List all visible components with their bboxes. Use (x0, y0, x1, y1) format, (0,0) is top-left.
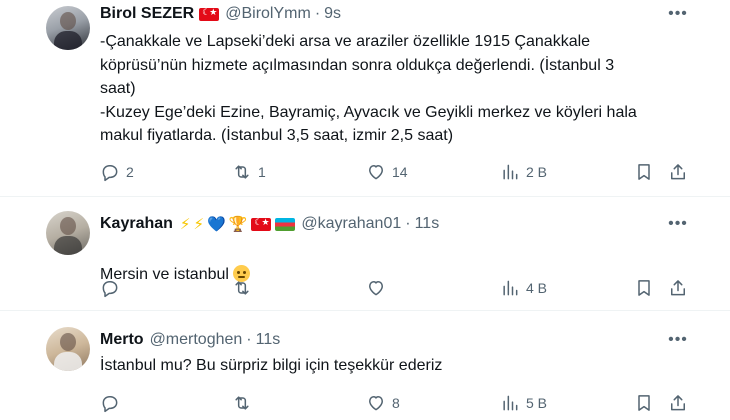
timestamp[interactable]: 11s (256, 331, 281, 349)
views-button[interactable]: 2 B (500, 160, 547, 184)
bookmark-icon (638, 164, 650, 180)
share-button[interactable] (668, 160, 688, 184)
reply-icon (102, 165, 118, 182)
bookmark-button[interactable] (634, 160, 654, 184)
reply-icon (102, 281, 118, 298)
repost-button[interactable] (232, 391, 252, 415)
timestamp[interactable]: 11s (415, 215, 440, 233)
like-count: 8 (392, 395, 400, 411)
heart-icon (369, 396, 383, 411)
share-button[interactable] (668, 276, 688, 300)
user-handle[interactable]: @BirolYmm (225, 5, 311, 23)
bookmark-icon (638, 395, 650, 411)
blue-heart-icon: 💙 (207, 215, 226, 233)
bookmark-button[interactable] (634, 276, 654, 300)
display-name[interactable]: Merto (100, 331, 144, 349)
tweet[interactable]: Merto @mertoghen · 11s ••• İstanbul mu? … (0, 311, 730, 420)
repost-button[interactable]: 1 (232, 160, 266, 184)
flag-turkey-icon (199, 7, 220, 21)
like-button[interactable]: 14 (366, 160, 408, 184)
tweet-header: Birol SEZER @BirolYmm · 9s (100, 3, 341, 25)
analytics-icon (503, 164, 518, 180)
reply-count: 2 (126, 164, 134, 180)
repost-count: 1 (258, 164, 266, 180)
tweet-actions: 8 5 B (100, 391, 700, 415)
analytics-icon (503, 280, 518, 296)
bookmark-icon (638, 280, 650, 296)
repost-button[interactable] (232, 276, 252, 300)
reply-button[interactable]: 2 (100, 160, 134, 184)
reply-button[interactable] (100, 391, 120, 415)
flag-azerbaijan-icon (275, 217, 296, 231)
tweet-text: İstanbul mu? Bu sürpriz bilgi için teşek… (100, 357, 443, 374)
user-handle[interactable]: @mertoghen (150, 331, 243, 349)
heart-icon (369, 281, 383, 296)
share-button[interactable] (668, 391, 688, 415)
tweet-header: Kayrahan ⚡ ⚡ 💙 🏆 @kayrahan01 · 11s (100, 213, 439, 235)
repost-icon (235, 165, 249, 179)
more-options-icon[interactable]: ••• (668, 4, 688, 24)
avatar[interactable] (46, 6, 90, 50)
more-options-icon[interactable]: ••• (668, 330, 688, 350)
tweet-text: -Çanakkale ve Lapseki’deki arsa ve arazi… (100, 33, 637, 144)
separator-dot: · (314, 5, 321, 22)
reply-icon (102, 396, 118, 413)
display-name[interactable]: Birol SEZER (100, 5, 194, 23)
share-icon (671, 164, 685, 180)
user-handle[interactable]: @kayrahan01 (301, 215, 401, 233)
bookmark-button[interactable] (634, 391, 654, 415)
avatar[interactable] (46, 211, 90, 255)
like-button[interactable]: 8 (366, 391, 400, 415)
flag-turkey-icon (251, 217, 272, 231)
views-button[interactable]: 5 B (500, 391, 547, 415)
view-count: 5 B (526, 395, 548, 411)
repost-icon (235, 281, 249, 295)
separator-dot: · (405, 215, 411, 232)
tweet-header: Merto @mertoghen · 11s (100, 329, 280, 351)
timestamp[interactable]: 9s (324, 5, 341, 23)
more-options-icon[interactable]: ••• (668, 214, 688, 234)
high-voltage-icon: ⚡ (193, 215, 205, 233)
repost-icon (235, 396, 249, 410)
avatar[interactable] (46, 327, 90, 371)
high-voltage-icon: ⚡ (179, 215, 191, 233)
heart-icon (369, 165, 383, 180)
trophy-icon: 🏆 (228, 215, 248, 233)
like-button[interactable] (366, 276, 386, 300)
tweet[interactable]: Birol SEZER @BirolYmm · 9s ••• -Çanakkal… (0, 0, 730, 193)
share-icon (671, 280, 685, 296)
view-count: 2 B (526, 164, 548, 180)
separator-dot: · (246, 331, 252, 348)
views-button[interactable]: 4 B (500, 276, 547, 300)
tweet-actions: 4 B (100, 276, 700, 300)
analytics-icon (503, 395, 518, 411)
tweet[interactable]: Kayrahan ⚡ ⚡ 💙 🏆 @kayrahan01 · 11s ••• M… (0, 197, 730, 309)
tweet-actions: 2 1 14 2 B (100, 160, 700, 184)
reply-button[interactable] (100, 276, 120, 300)
share-icon (671, 395, 685, 411)
like-count: 14 (392, 164, 408, 180)
view-count: 4 B (526, 280, 548, 296)
display-name[interactable]: Kayrahan (100, 215, 173, 233)
